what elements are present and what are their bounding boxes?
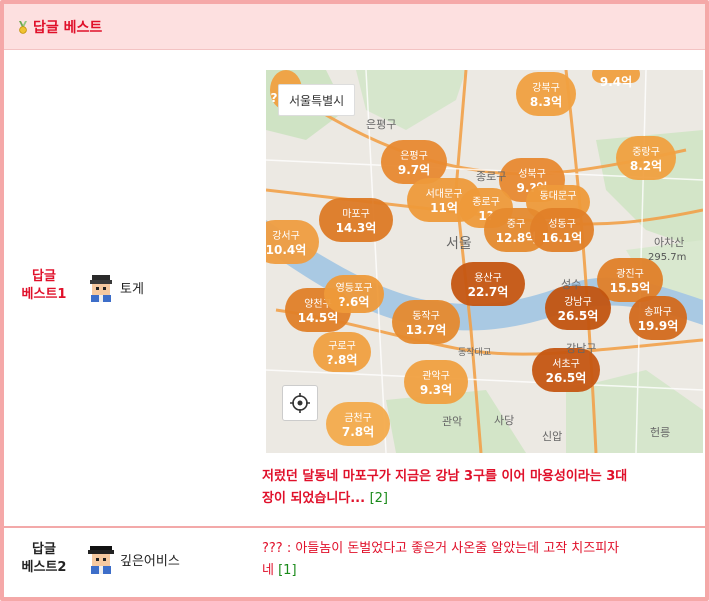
- map-label: 종로구: [476, 170, 506, 183]
- district-price-marker[interactable]: 관악구9.3억: [404, 360, 468, 404]
- reply-line1: ??? : 아들놈이 돈벌었다고 좋은거 사온줄 알았는데 고작 치즈피자: [262, 541, 620, 556]
- district-name: 동대문구: [540, 190, 577, 202]
- map-label: 서울: [446, 236, 472, 252]
- district-name: 성북구: [518, 168, 546, 180]
- district-price-marker[interactable]: 구로구?.8억: [313, 332, 371, 372]
- district-name: 구로구: [328, 341, 356, 352]
- rank-line1: 답글: [32, 542, 56, 557]
- rank-label: 답글 베스트1: [8, 268, 80, 304]
- district-name: 마포구: [342, 208, 370, 220]
- crosshair-icon: [290, 393, 310, 413]
- district-price: 16.1억: [542, 231, 583, 245]
- district-name: 종로구: [472, 196, 500, 208]
- district-price: 8.2억: [630, 159, 662, 173]
- district-price-marker[interactable]: 용산구22.7억: [451, 262, 525, 306]
- map-label: 강남구: [566, 342, 596, 355]
- panel-header: 답글 베스트: [4, 4, 705, 50]
- district-price: 14.3억: [336, 221, 377, 235]
- district-name: 강남구: [564, 296, 592, 308]
- avatar: [86, 544, 116, 574]
- map-label: 사당: [494, 414, 514, 427]
- district-price-marker[interactable]: 동작구13.7억: [392, 300, 460, 344]
- district-name: 강서구: [272, 230, 300, 242]
- map-label: 은평구: [366, 118, 396, 131]
- district-price: 26.5억: [546, 371, 587, 385]
- best-reply-1: 답글 베스트1 토게 강북구 8.3억 중랑구 8.2억 은평구 9.7억 성북…: [4, 50, 705, 526]
- district-price: 7.8억: [342, 425, 374, 439]
- district-price: 15.5억: [610, 281, 651, 295]
- district-price-marker[interactable]: 송파구19.9억: [629, 296, 687, 340]
- panel-title: 답글 베스트: [33, 19, 103, 36]
- map-label: 신압: [542, 430, 562, 443]
- district-name: 금천구: [344, 412, 372, 424]
- rank-line2: 베스트1: [21, 287, 67, 302]
- reply-count[interactable]: [1]: [278, 563, 296, 578]
- map-label: 아차산: [654, 236, 684, 249]
- district-price: 9.4억: [600, 75, 632, 89]
- map-image: 강북구8.3억중랑구8.2억은평구9.7억 성북구9.?억서대문구11억 종로구1?…: [266, 70, 703, 453]
- seoul-price-map: 강북구 8.3억 중랑구 8.2억 은평구 9.7억 성북구 9.?억 서대문구 11억 종로구 1?…: [266, 70, 703, 453]
- map-label: 동작대교: [458, 347, 491, 358]
- medal-icon: [19, 20, 27, 34]
- reply-count[interactable]: [2]: [370, 491, 388, 506]
- district-price: 13.7억: [406, 323, 447, 337]
- scale-text: 295.7m: [648, 252, 686, 263]
- district-price-marker[interactable]: 강서구10.4억: [266, 220, 319, 264]
- region-button[interactable]: 서울특별시: [278, 84, 356, 116]
- reply-line2: 장이 되었습니다...: [262, 491, 366, 506]
- district-price: ?.8억: [327, 353, 358, 367]
- author-name: 깊은어비스: [120, 553, 180, 569]
- district-name: 성동구: [548, 218, 576, 230]
- rank-label: 답글 베스트2: [8, 541, 80, 577]
- district-name: 서초구: [552, 358, 580, 370]
- district-price-marker[interactable]: 강남구26.5억: [545, 286, 611, 330]
- district-price-marker[interactable]: 강북구8.3억: [516, 72, 576, 116]
- reply-text[interactable]: ??? : 아들놈이 돈벌었다고 좋은거 사온줄 알았는데 고작 치즈피자 네 …: [262, 538, 702, 582]
- district-name: 강북구: [532, 82, 560, 94]
- region-button-label: 서울특별시: [289, 93, 345, 108]
- district-name: 광진구: [616, 268, 644, 280]
- map-label: 관악: [442, 415, 462, 428]
- district-price-marker[interactable]: 은평구9.7억: [381, 140, 447, 184]
- district-price-marker[interactable]: 마포구14.3억: [319, 198, 393, 242]
- district-name: 영등포구: [336, 282, 373, 294]
- district-name: 관악구: [422, 370, 450, 382]
- district-name: 용산구: [474, 272, 502, 284]
- district-price-marker[interactable]: 금천구7.8억: [326, 402, 390, 446]
- reply-text[interactable]: 저렀던 달동네 마포구가 지금은 강남 3구를 이어 마용성이라는 3대 장이 …: [262, 466, 702, 510]
- district-price: 19.9억: [638, 319, 679, 333]
- author[interactable]: 깊은어비스: [86, 544, 180, 574]
- author-name: 토게: [120, 281, 144, 297]
- district-price: 26.5억: [558, 309, 599, 323]
- district-price: 14.5억: [298, 311, 339, 325]
- map-label: 헌릉: [650, 426, 670, 439]
- avatar: [86, 272, 116, 302]
- district-price: 8.3억: [530, 95, 562, 109]
- district-name: 동작구: [412, 310, 440, 322]
- district-price: 9.7억: [398, 163, 430, 177]
- map-label: 성수: [561, 278, 581, 291]
- reply-line2: 네: [262, 563, 274, 578]
- district-price: 10.4억: [266, 243, 306, 257]
- district-name: 중구: [507, 218, 525, 230]
- district-price-marker[interactable]: 중랑구8.2억: [616, 136, 676, 180]
- locate-button[interactable]: [282, 385, 318, 421]
- district-name: 송파구: [644, 306, 672, 318]
- reply-line1: 저렀던 달동네 마포구가 지금은 강남 3구를 이어 마용성이라는 3대: [262, 469, 628, 484]
- district-name: 은평구: [400, 150, 428, 162]
- district-price: 9.3억: [420, 383, 452, 397]
- rank-line2: 베스트2: [21, 560, 67, 575]
- district-name: 서대문구: [426, 188, 463, 200]
- district-name: 중랑구: [632, 146, 660, 158]
- rank-line1: 답글: [32, 269, 56, 284]
- district-price: ?.6억: [339, 295, 370, 309]
- best-reply-2: 답글 베스트2 깊은어비스 ??? : 아들놈이 돈벌었다고 좋은거 사온줄 알…: [4, 528, 705, 593]
- district-price: 22.7억: [468, 285, 509, 299]
- district-price-marker[interactable]: 영등포구?.6억: [324, 275, 384, 313]
- author[interactable]: 토게: [86, 272, 144, 302]
- district-price: 11억: [430, 201, 458, 215]
- district-price-marker[interactable]: 성동구16.1억: [530, 208, 594, 252]
